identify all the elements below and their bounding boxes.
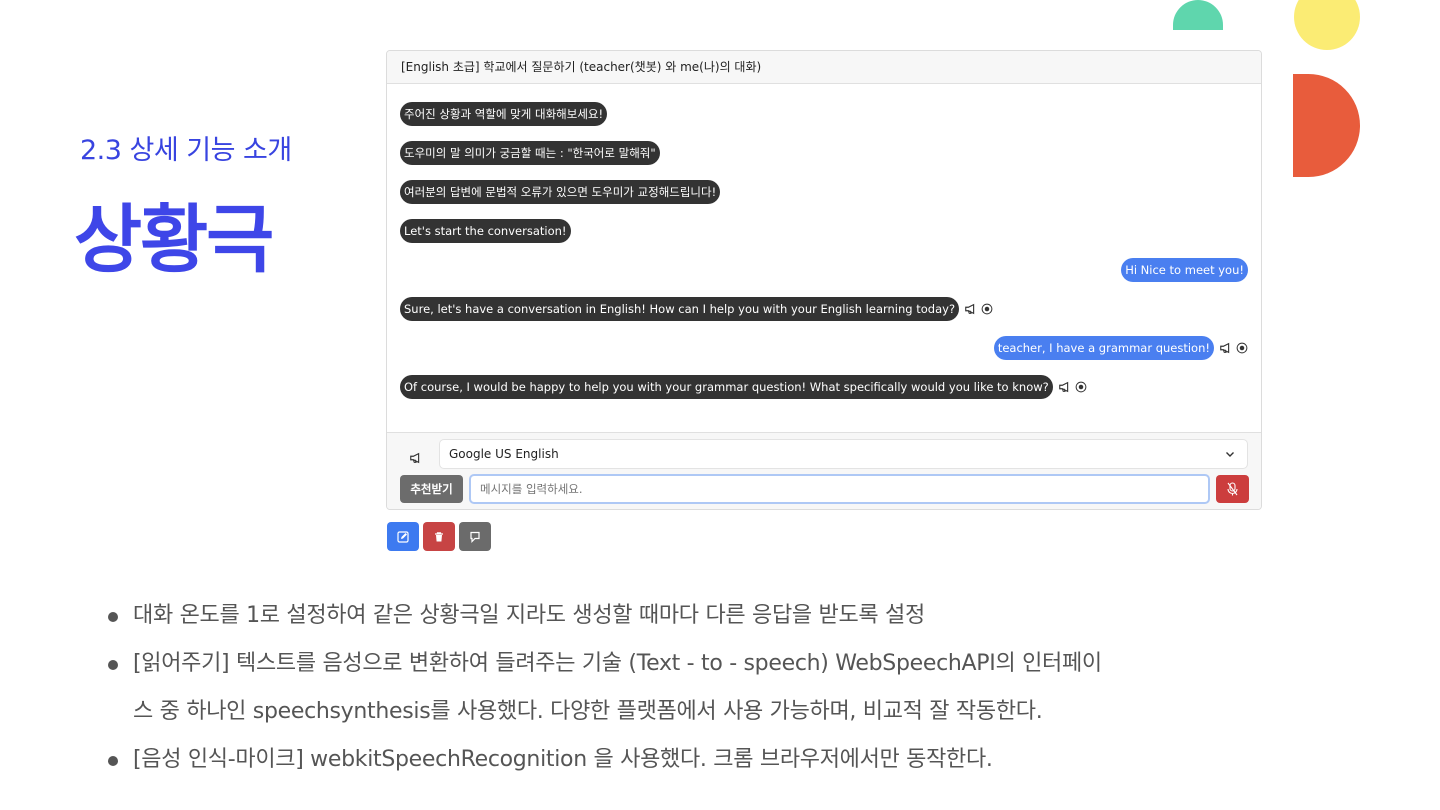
mic-off-icon: [1227, 482, 1238, 496]
message-row: Let's start the conversation!: [400, 219, 571, 243]
megaphone-icon[interactable]: [1219, 341, 1233, 355]
bullet-item: 대화 온도를 1로 설정하여 같은 상황극일 지라도 생성할 때마다 다른 응답…: [108, 592, 1348, 640]
recommend-button[interactable]: 추천받기: [400, 475, 463, 503]
message-row: 도우미의 말 의미가 궁금할 때는 : "한국어로 말해줘": [400, 141, 660, 165]
mic-button[interactable]: [1216, 475, 1249, 503]
user-message: Hi Nice to meet you!: [1121, 258, 1248, 282]
megaphone-icon[interactable]: [1058, 380, 1072, 394]
bot-message: 도우미의 말 의미가 궁금할 때는 : "한국어로 말해줘": [400, 141, 660, 165]
bot-message: Sure, let's have a conversation in Engli…: [400, 297, 960, 321]
decorative-orange-half-circle: [1293, 74, 1360, 177]
comment-icon: [470, 531, 480, 543]
chat-panel: [English 초급] 학교에서 질문하기 (teacher(챗봇) 와 me…: [386, 50, 1262, 510]
delete-button[interactable]: [423, 522, 455, 551]
message-row: Sure, let's have a conversation in Engli…: [400, 297, 993, 321]
decorative-yellow-circle: [1294, 0, 1360, 50]
message-input[interactable]: [469, 474, 1210, 504]
message-row: Hi Nice to meet you!: [1121, 258, 1248, 282]
section-title: 상황극: [74, 197, 274, 283]
feature-bullets: 대화 온도를 1로 설정하여 같은 상황극일 지라도 생성할 때마다 다른 응답…: [108, 592, 1348, 784]
section-subtitle: 2.3 상세 기능 소개: [80, 135, 292, 166]
action-buttons: [387, 522, 491, 551]
input-row: 추천받기: [387, 474, 1261, 504]
message-row: Of course, I would be happy to help you …: [400, 375, 1087, 399]
chat-messages: 주어진 상황과 역할에 맞게 대화해보세요! 도우미의 말 의미가 궁금할 때는…: [387, 84, 1261, 432]
bullet-item: [음성 인식-마이크] webkitSpeechRecognition 을 사용…: [108, 736, 1348, 784]
bullet-item: [읽어주기] 텍스트를 음성으로 변환하여 들려주는 기술 (Text - to…: [108, 640, 1348, 736]
chat-footer: Google US English 추천받기: [387, 432, 1261, 509]
trash-icon: [435, 531, 443, 541]
edit-button[interactable]: [387, 522, 419, 551]
bot-message: 주어진 상황과 역할에 맞게 대화해보세요!: [400, 102, 608, 126]
edit-icon: [397, 530, 409, 543]
message-row: 주어진 상황과 역할에 맞게 대화해보세요!: [400, 102, 608, 126]
bullet-text: 대화 온도를 1로 설정하여 같은 상황극일 지라도 생성할 때마다 다른 응답…: [133, 603, 925, 628]
comment-button[interactable]: [459, 522, 491, 551]
voice-select-value: Google US English: [449, 447, 559, 461]
chevron-down-icon: [1226, 452, 1234, 457]
bullet-text: [음성 인식-마이크] webkitSpeechRecognition 을 사용…: [133, 747, 993, 772]
message-row: 여러분의 답변에 문법적 오류가 있으면 도우미가 교정해드립니다!: [400, 180, 721, 204]
record-circle-icon[interactable]: [981, 303, 993, 315]
bot-message: Of course, I would be happy to help you …: [400, 375, 1053, 399]
message-row: teacher, I have a grammar question!: [993, 336, 1248, 360]
bullet-text-continued: 스 중 하나인 speechsynthesis를 사용했다. 다양한 플랫폼에서…: [133, 699, 1043, 724]
bot-message: Let's start the conversation!: [400, 219, 571, 243]
decorative-green-semicircle: [1173, 0, 1223, 30]
megaphone-icon: [410, 452, 420, 464]
bullet-text: [읽어주기] 텍스트를 음성으로 변환하여 들려주는 기술 (Text - to…: [133, 651, 1102, 676]
user-message: teacher, I have a grammar question!: [993, 336, 1214, 360]
record-circle-icon[interactable]: [1236, 342, 1248, 354]
chat-header: [English 초급] 학교에서 질문하기 (teacher(챗봇) 와 me…: [387, 51, 1261, 84]
megaphone-icon[interactable]: [964, 302, 978, 316]
voice-select[interactable]: Google US English: [439, 439, 1248, 469]
bot-message: 여러분의 답변에 문법적 오류가 있으면 도우미가 교정해드립니다!: [400, 180, 721, 204]
voice-row: Google US English: [387, 439, 1261, 469]
record-circle-icon[interactable]: [1075, 381, 1087, 393]
